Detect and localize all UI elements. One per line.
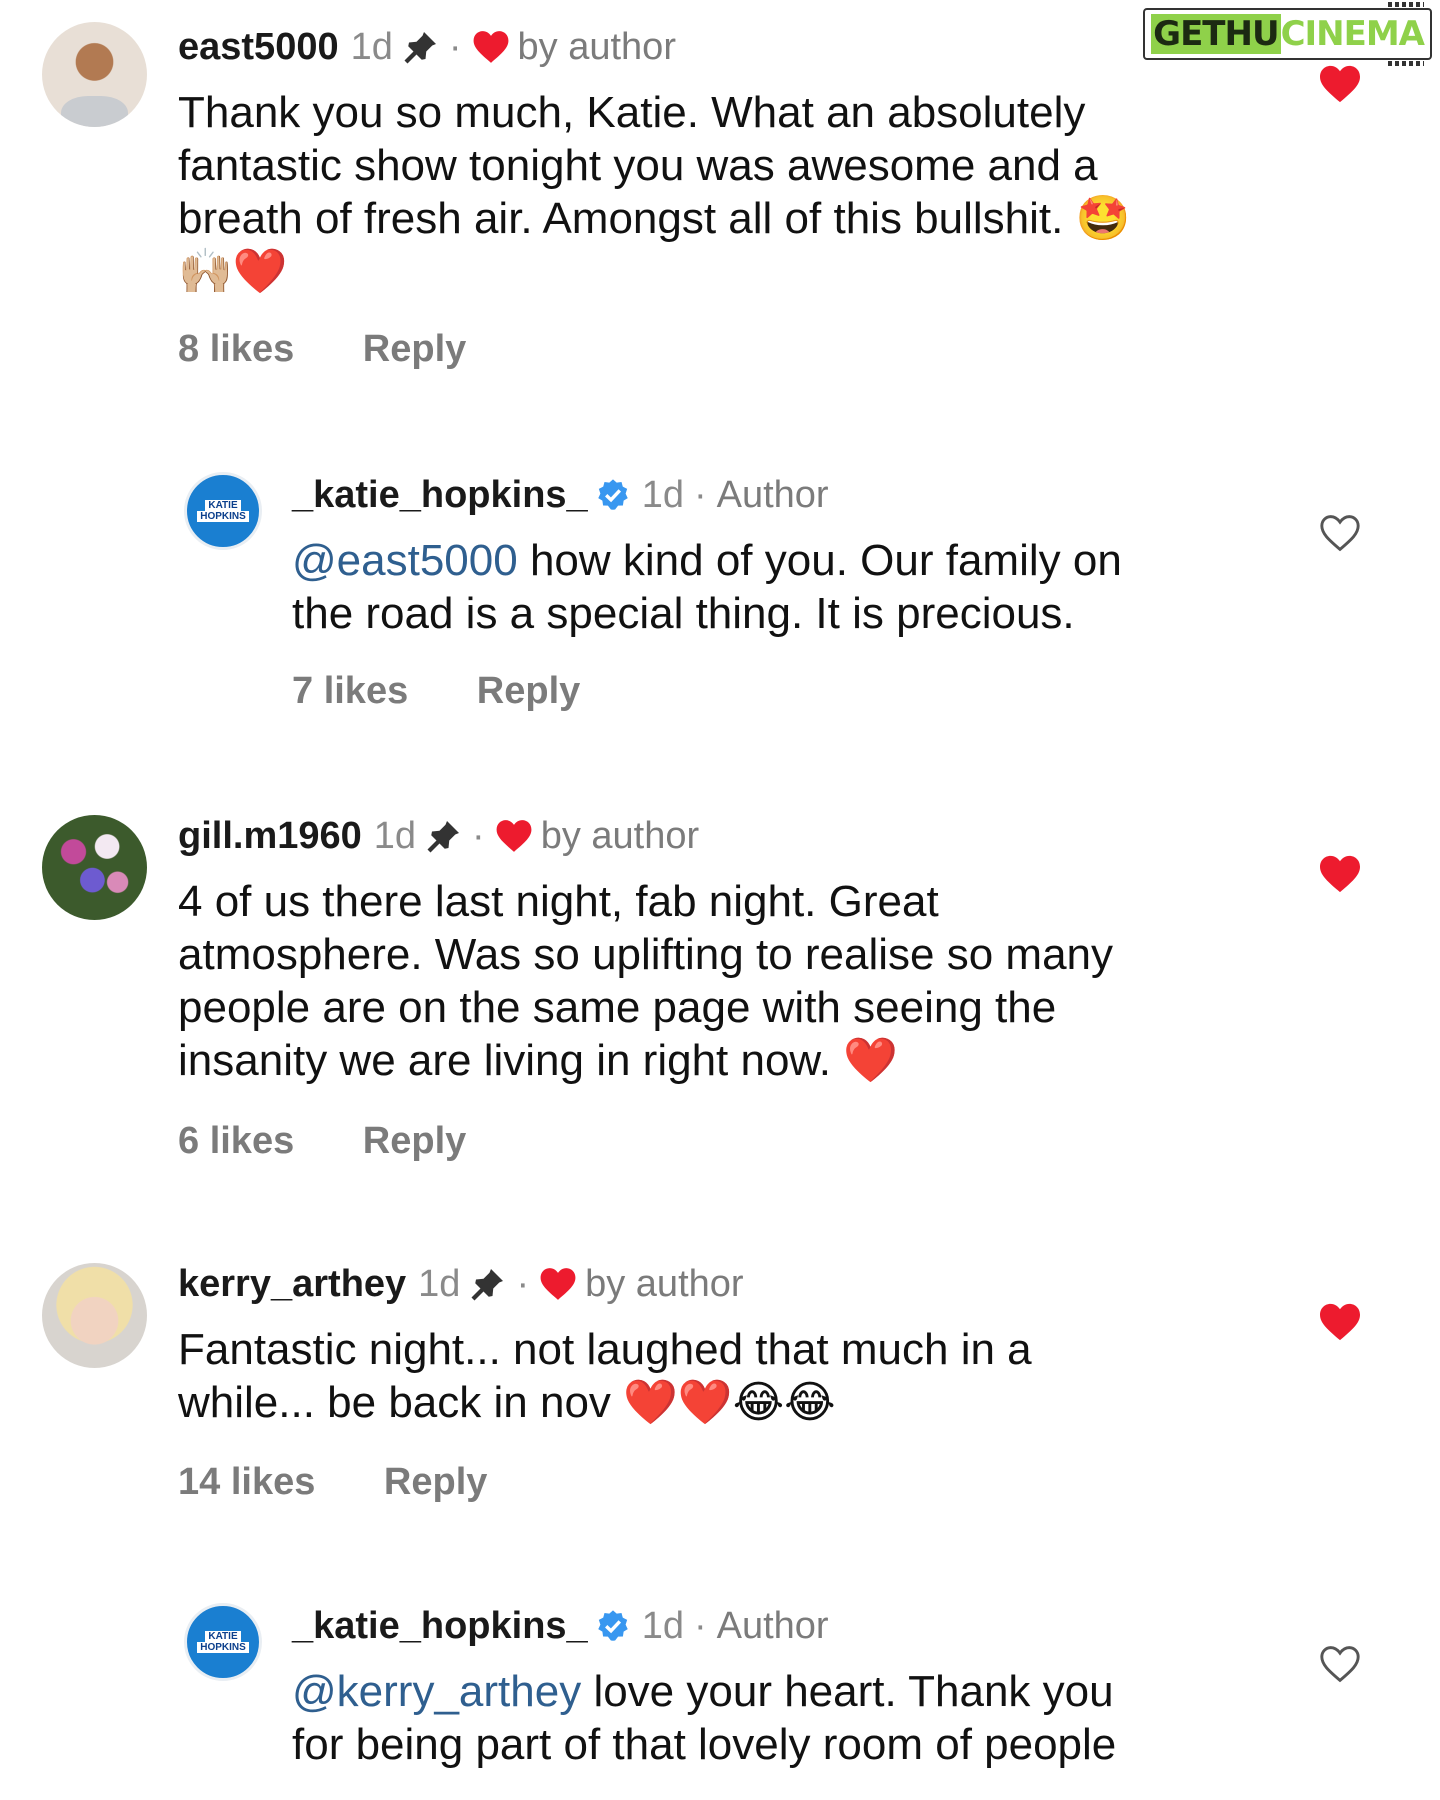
comment-text: @kerry_arthey love your heart. Thank you… <box>292 1665 1116 1771</box>
separator-dot: · <box>693 474 707 516</box>
username[interactable]: _katie_hopkins_ <box>292 472 588 518</box>
watermark-logo: GETHU CINEMA <box>1143 2 1432 66</box>
comment-text-line: while... be back in nov ❤️❤️😂😂 <box>178 1378 836 1427</box>
comment-text-line: 🙌🏼❤️ <box>178 246 288 297</box>
username[interactable]: gill.m1960 <box>178 813 362 859</box>
heart-outline-icon[interactable] <box>1318 1644 1362 1684</box>
comment-text-line: how kind of you. Our family on <box>529 536 1122 585</box>
verified-badge-icon <box>596 1609 630 1643</box>
username[interactable]: kerry_arthey <box>178 1261 406 1307</box>
comment-header: east5000 1d · by author <box>178 24 676 70</box>
author-label: Author <box>716 474 829 516</box>
separator-dot: · <box>472 815 485 857</box>
heart-outline-icon[interactable] <box>1318 513 1362 553</box>
watermark-text-2: CINEMA <box>1280 14 1425 54</box>
likes-count[interactable]: 7 likes <box>292 670 408 712</box>
comment-text-line: the road is a special thing. It is preci… <box>292 589 1075 638</box>
comment-actions: 8 likes Reply <box>178 328 466 371</box>
comment-text-line: for being part of that lovely room of pe… <box>292 1720 1117 1769</box>
comment-text-line: breath of fresh air. Amongst all of this… <box>178 194 1131 243</box>
avatar[interactable] <box>42 1263 147 1368</box>
avatar-text: HOPKINS <box>197 1642 249 1653</box>
by-author-label: by author <box>517 26 676 68</box>
by-author-label: by author <box>540 815 700 857</box>
by-author-label: by author <box>585 1263 744 1305</box>
comment-text-line: insanity we are living in right now. ❤️ <box>178 1036 899 1085</box>
comment-header: _katie_hopkins_ 1d · Author <box>292 1603 829 1649</box>
comment-text: Fantastic night... not laughed that much… <box>178 1323 1032 1429</box>
likes-count[interactable]: 6 likes <box>178 1120 294 1162</box>
comment-text-line: Thank you so much, Katie. What an absolu… <box>178 88 1086 137</box>
comment-header: _katie_hopkins_ 1d · Author <box>292 472 829 518</box>
avatar-text: KATIE <box>205 1631 241 1642</box>
timestamp: 1d <box>418 1263 461 1305</box>
heart-filled-icon[interactable] <box>1318 64 1362 104</box>
heart-filled-icon <box>539 1266 577 1302</box>
avatar[interactable]: KATIE HOPKINS <box>184 1603 262 1681</box>
reply-button[interactable]: Reply <box>477 670 580 712</box>
verified-badge-icon <box>596 478 630 512</box>
reply-button[interactable]: Reply <box>384 1461 487 1503</box>
comment-header: kerry_arthey 1d · by author <box>178 1261 744 1307</box>
timestamp: 1d <box>373 815 417 857</box>
timestamp: 1d <box>641 1605 684 1647</box>
avatar[interactable]: KATIE HOPKINS <box>184 472 262 550</box>
avatar[interactable] <box>42 815 147 920</box>
comment-actions: 7 likes Reply <box>292 670 580 713</box>
avatar-text: HOPKINS <box>197 511 249 522</box>
separator-dot: · <box>693 1605 707 1647</box>
comment-text-line: 4 of us there last night, fab night. Gre… <box>178 877 939 926</box>
reply-button[interactable]: Reply <box>363 1120 466 1162</box>
comment-text-line: fantastic show tonight you was awesome a… <box>178 141 1098 190</box>
comment-header: gill.m1960 1d · by author <box>178 813 699 859</box>
comment-actions: 6 likes Reply <box>178 1120 466 1163</box>
comment-text-line: atmosphere. Was so uplifting to realise … <box>178 930 1114 979</box>
timestamp: 1d <box>350 26 393 68</box>
timestamp: 1d <box>641 474 684 516</box>
likes-count[interactable]: 14 likes <box>178 1461 315 1503</box>
pin-icon <box>426 818 462 854</box>
heart-filled-icon <box>495 818 533 854</box>
separator-dot: · <box>448 26 462 68</box>
heart-filled-icon <box>472 29 510 65</box>
reply-button[interactable]: Reply <box>363 328 466 370</box>
avatar-text: KATIE <box>205 500 241 511</box>
pin-icon <box>470 1266 506 1302</box>
username[interactable]: east5000 <box>178 24 339 70</box>
avatar[interactable] <box>42 22 147 127</box>
separator-dot: · <box>516 1263 530 1305</box>
heart-filled-icon[interactable] <box>1318 1302 1362 1342</box>
comment-text: 4 of us there last night, fab night. Gre… <box>178 875 1113 1087</box>
pin-icon <box>403 29 439 65</box>
comment-text-line: love your heart. Thank you <box>593 1667 1114 1716</box>
comment-text-line: Fantastic night... not laughed that much… <box>178 1325 1032 1374</box>
comment-text: @east5000 how kind of you. Our family on… <box>292 534 1122 640</box>
mention-link[interactable]: @kerry_arthey <box>292 1667 581 1716</box>
likes-count[interactable]: 8 likes <box>178 328 294 370</box>
username[interactable]: _katie_hopkins_ <box>292 1603 588 1649</box>
mention-link[interactable]: @east5000 <box>292 536 518 585</box>
comment-text: Thank you so much, Katie. What an absolu… <box>178 86 1130 298</box>
author-label: Author <box>716 1605 829 1647</box>
comment-text-line: people are on the same page with seeing … <box>178 983 1057 1032</box>
heart-filled-icon[interactable] <box>1318 854 1362 894</box>
watermark-text-1: GETHU <box>1151 14 1281 54</box>
comment-actions: 14 likes Reply <box>178 1461 487 1504</box>
